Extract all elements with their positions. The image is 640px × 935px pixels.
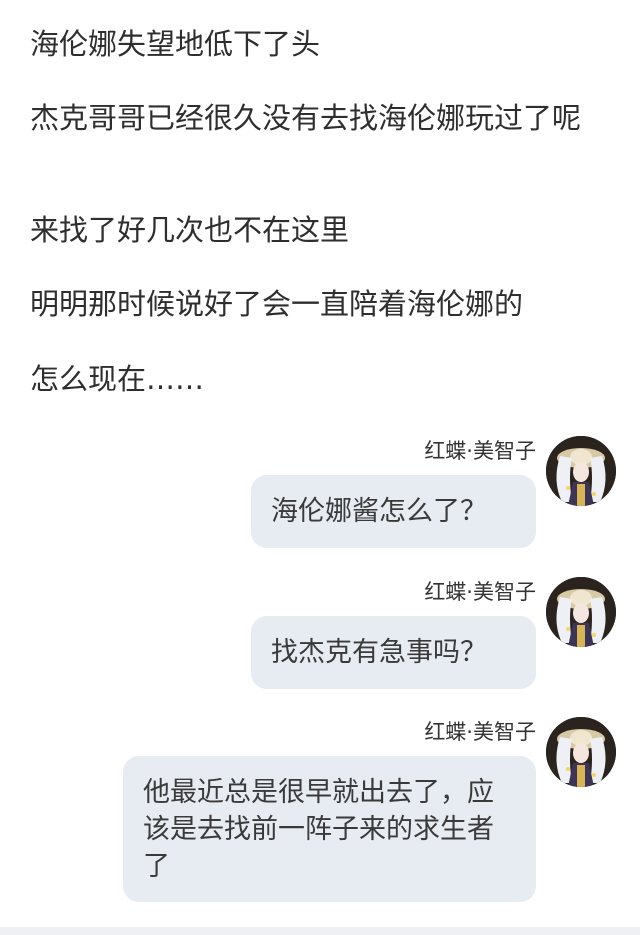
avatar[interactable]	[546, 577, 616, 647]
character-portrait-icon	[546, 717, 616, 787]
message-bubble[interactable]: 他最近总是很早就出去了，应该是去找前一阵子来的求生者了	[123, 756, 536, 902]
message-bubble[interactable]: 找杰克有急事吗？	[251, 616, 536, 689]
narration-line: 杰克哥哥已经很久没有去找海伦娜玩过了呢	[30, 101, 582, 135]
bottom-divider	[0, 927, 640, 935]
character-portrait-icon	[546, 436, 616, 506]
sender-name: 红蝶·美智子	[424, 439, 536, 463]
character-portrait-icon	[546, 577, 616, 647]
narration-line: 怎么现在……	[30, 362, 205, 396]
message-bubble[interactable]: 海伦娜酱怎么了？	[251, 475, 536, 548]
narration-line: 海伦娜失望地低下了头	[30, 27, 321, 61]
avatar[interactable]	[546, 436, 616, 506]
avatar[interactable]	[546, 717, 616, 787]
narration-line: 来找了好几次也不在这里	[30, 213, 350, 247]
sender-name: 红蝶·美智子	[424, 580, 536, 604]
narration-line: 明明那时候说好了会一直陪着海伦娜的	[30, 287, 524, 321]
sender-name: 红蝶·美智子	[424, 720, 536, 744]
